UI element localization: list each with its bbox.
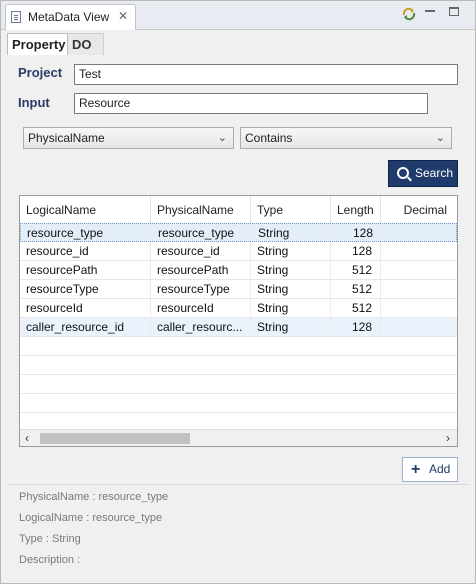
- cell-length: 128: [332, 224, 382, 242]
- filter-field-value: PhysicalName: [28, 131, 105, 145]
- detail-type: Type : String: [19, 533, 81, 545]
- horizontal-scrollbar[interactable]: ‹ ›: [20, 429, 457, 446]
- cell-type: String: [251, 299, 331, 317]
- view-title-bar: MetaData View ✕: [1, 1, 475, 30]
- cell-physicalname: caller_resourc...: [151, 318, 251, 336]
- inner-tabs: Property DO: [7, 33, 469, 55]
- cell-logicalname: resourceType: [20, 280, 151, 298]
- chevron-down-icon: ⌄: [435, 132, 445, 144]
- cell-decimal: [381, 280, 457, 298]
- cell-decimal: [381, 318, 457, 336]
- cell-physicalname: resource_id: [151, 242, 251, 260]
- column-header-type[interactable]: Type: [251, 196, 331, 224]
- column-header-physicalname[interactable]: PhysicalName: [151, 196, 251, 224]
- cell-physicalname: resourcePath: [151, 261, 251, 279]
- cell-logicalname: resourcePath: [20, 261, 151, 279]
- close-icon[interactable]: ✕: [118, 9, 128, 23]
- cell-physicalname: resourceId: [151, 299, 251, 317]
- filter-operator-value: Contains: [245, 131, 293, 145]
- view-tab-label: MetaData View: [28, 10, 110, 24]
- scroll-right-icon[interactable]: ›: [446, 431, 450, 445]
- document-icon: [11, 11, 21, 23]
- empty-row: [20, 394, 457, 413]
- view-tab-metadata[interactable]: MetaData View ✕: [5, 4, 136, 30]
- cell-length: 128: [331, 318, 381, 336]
- cell-physicalname: resourceType: [151, 280, 251, 298]
- cell-type: String: [251, 242, 331, 260]
- detail-logicalname: LogicalName : resource_type: [19, 512, 163, 524]
- cell-type: String: [251, 318, 331, 336]
- input-label: Input: [18, 95, 50, 110]
- table-row[interactable]: caller_resource_id caller_resourc... Str…: [20, 318, 457, 337]
- empty-row: [20, 356, 457, 375]
- empty-row: [20, 375, 457, 394]
- column-header-logicalname[interactable]: LogicalName: [20, 196, 151, 224]
- add-button-label: Add: [429, 462, 451, 476]
- search-button-label: Search: [415, 166, 454, 180]
- detail-description: Description :: [19, 554, 81, 566]
- cell-type: String: [252, 224, 332, 242]
- plus-icon: +: [411, 461, 421, 478]
- tab-property[interactable]: Property: [7, 33, 68, 55]
- cell-length: 128: [331, 242, 381, 260]
- cell-length: 512: [331, 280, 381, 298]
- cell-logicalname: resourceId: [20, 299, 151, 317]
- cell-physicalname: resource_type: [152, 224, 252, 242]
- table-row[interactable]: resource_type resource_type String 128: [20, 223, 457, 242]
- table-row[interactable]: resourcePath resourcePath String 512: [20, 261, 457, 280]
- cell-logicalname: caller_resource_id: [20, 318, 151, 336]
- filter-field-select[interactable]: PhysicalName ⌄: [23, 127, 234, 149]
- cell-logicalname: resource_id: [20, 242, 151, 260]
- add-button[interactable]: + Add: [402, 457, 458, 482]
- table-row[interactable]: resourceType resourceType String 512: [20, 280, 457, 299]
- search-button[interactable]: Search: [388, 160, 458, 187]
- column-header-decimal[interactable]: Decimal: [381, 196, 457, 224]
- details-pane: PhysicalName : resource_type LogicalName…: [8, 484, 468, 579]
- cell-type: String: [251, 261, 331, 279]
- cell-length: 512: [331, 299, 381, 317]
- search-icon: [397, 167, 409, 179]
- empty-row: [20, 337, 457, 356]
- input-field[interactable]: Resource: [74, 93, 428, 114]
- scroll-left-icon[interactable]: ‹: [25, 431, 29, 445]
- tab-do[interactable]: DO: [68, 33, 104, 55]
- cell-decimal: [381, 299, 457, 317]
- project-field[interactable]: Test: [74, 64, 458, 85]
- cell-decimal: [381, 261, 457, 279]
- maximize-icon[interactable]: [449, 7, 459, 16]
- table-header: LogicalName PhysicalName Type Length Dec…: [20, 196, 457, 225]
- sync-icon[interactable]: [401, 6, 417, 22]
- minimize-icon[interactable]: [425, 10, 435, 12]
- filter-operator-select[interactable]: Contains ⌄: [240, 127, 452, 149]
- cell-decimal: [382, 224, 457, 242]
- detail-physicalname: PhysicalName : resource_type: [19, 491, 169, 503]
- cell-length: 512: [331, 261, 381, 279]
- cell-type: String: [251, 280, 331, 298]
- chevron-down-icon: ⌄: [217, 132, 227, 144]
- cell-decimal: [381, 242, 457, 260]
- cell-logicalname: resource_type: [21, 224, 152, 242]
- metadata-table: LogicalName PhysicalName Type Length Dec…: [19, 195, 458, 447]
- scrollbar-thumb[interactable]: [40, 433, 190, 444]
- column-header-length[interactable]: Length: [331, 196, 381, 224]
- project-label: Project: [18, 65, 63, 80]
- table-row[interactable]: resource_id resource_id String 128: [20, 242, 457, 261]
- table-row[interactable]: resourceId resourceId String 512: [20, 299, 457, 318]
